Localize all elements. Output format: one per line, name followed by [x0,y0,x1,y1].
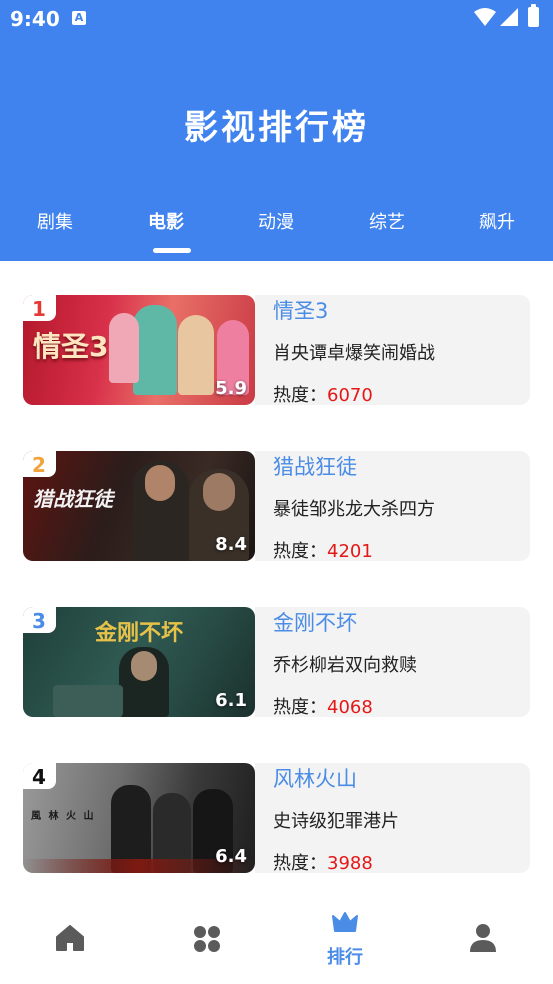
notification-a-icon: A [72,11,86,25]
grid-icon [194,926,220,952]
poster-score: 6.1 [215,690,247,711]
movie-poster[interactable]: 情圣3 1 5.9 [23,295,255,405]
poster-score: 8.4 [215,534,247,555]
heat-value: 6070 [327,385,373,406]
movie-card[interactable]: 金刚不坏 3 6.1 金刚不坏 乔杉柳岩双向救赎 热度：4068 [23,607,530,719]
heat-value: 4201 [327,541,373,562]
heat-label: 热度： [273,697,327,718]
tab-variety[interactable]: 综艺 [347,208,427,234]
movie-title: 金刚不坏 [273,611,357,635]
rank-badge: 3 [23,607,56,633]
nav-categories[interactable] [162,905,252,975]
movie-info: 猎战狂徒 暴徒邹兆龙大杀四方 热度：4201 [255,451,530,563]
battery-icon [528,4,539,27]
movie-title: 风林火山 [273,767,357,791]
movie-heat: 热度：4201 [273,537,373,563]
nav-home[interactable] [25,905,115,975]
status-time: 9:40 [10,7,60,31]
active-tab-indicator [153,248,191,253]
movie-card[interactable]: 情圣3 1 5.9 情圣3 肖央谭卓爆笑闹婚战 热度：6070 [23,295,530,407]
tab-series[interactable]: 剧集 [15,208,95,234]
nav-profile[interactable] [438,905,528,975]
crown-icon [332,912,358,932]
movie-heat: 热度：6070 [273,381,373,407]
movie-title: 猎战狂徒 [273,455,357,479]
wifi-icon [474,8,496,26]
movie-heat: 热度：4068 [273,693,373,719]
nav-ranking[interactable]: 排行 [300,905,390,975]
poster-score: 6.4 [215,846,247,867]
rank-badge: 4 [23,763,56,789]
poster-title-text: 情圣3 [33,330,109,363]
poster-title-text: 金刚不坏 [95,621,184,646]
movie-description: 暴徒邹兆龙大杀四方 [273,499,435,520]
poster-title-text: 猎战狂徒 [33,487,113,511]
app-header: 9:40 A 影视排行榜 剧集 电影 动漫 综艺 飙升 [0,0,553,261]
movie-heat: 热度：3988 [273,849,373,875]
tab-rising[interactable]: 飙升 [457,208,537,234]
status-bar: 9:40 A [0,0,553,38]
movie-poster[interactable]: 猎战狂徒 2 8.4 [23,451,255,561]
movie-poster[interactable]: 金刚不坏 3 6.1 [23,607,255,717]
heat-label: 热度： [273,385,327,406]
poster-score: 5.9 [215,378,247,399]
movie-poster[interactable]: 風 林 火 山 4 6.4 [23,763,255,873]
rank-badge: 2 [23,451,56,477]
home-icon [56,925,84,951]
tab-movies[interactable]: 电影 [126,208,206,234]
bottom-navigation: 排行 [0,905,553,984]
signal-icon [500,8,518,26]
movie-card[interactable]: 猎战狂徒 2 8.4 猎战狂徒 暴徒邹兆龙大杀四方 热度：4201 [23,451,530,563]
category-tabs: 剧集 电影 动漫 综艺 飙升 [0,208,553,238]
heat-value: 3988 [327,853,373,874]
movie-info: 金刚不坏 乔杉柳岩双向救赎 热度：4068 [255,607,530,719]
poster-title-text: 風 林 火 山 [31,811,96,822]
movie-description: 乔杉柳岩双向救赎 [273,655,417,676]
movie-description: 史诗级犯罪港片 [273,811,399,832]
movie-card[interactable]: 風 林 火 山 4 6.4 风林火山 史诗级犯罪港片 热度：3988 [23,763,530,875]
user-icon [470,924,496,952]
heat-value: 4068 [327,697,373,718]
page-title: 影视排行榜 [184,108,369,148]
nav-ranking-label: 排行 [327,947,363,968]
movie-info: 情圣3 肖央谭卓爆笑闹婚战 热度：6070 [255,295,530,407]
movie-title: 情圣3 [273,299,329,323]
movie-info: 风林火山 史诗级犯罪港片 热度：3988 [255,763,530,875]
rank-badge: 1 [23,295,56,321]
movie-description: 肖央谭卓爆笑闹婚战 [273,343,435,364]
heat-label: 热度： [273,541,327,562]
tab-anime[interactable]: 动漫 [236,208,316,234]
heat-label: 热度： [273,853,327,874]
